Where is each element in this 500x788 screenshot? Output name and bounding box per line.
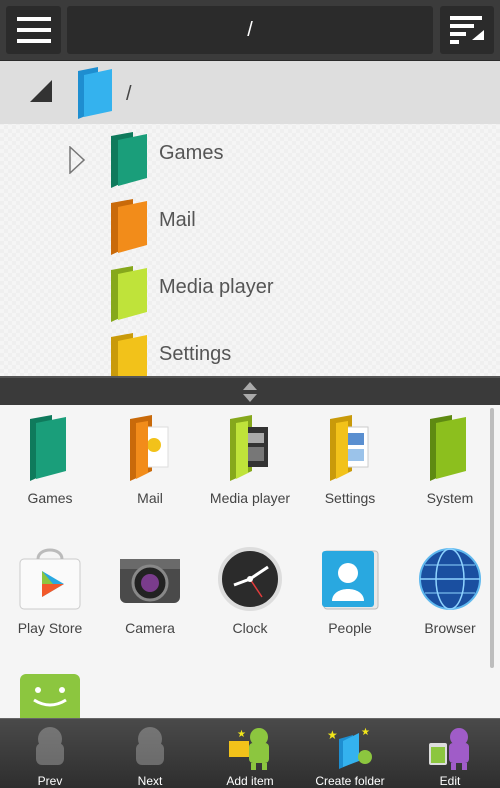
folder-icon [78, 67, 112, 119]
grid-item-label: Settings [324, 490, 376, 506]
tree-item-mail[interactable]: Mail [0, 191, 500, 258]
grid-item-system[interactable]: System [400, 405, 500, 525]
prev-button[interactable]: Prev [0, 719, 100, 788]
grid-item-label: Camera [125, 620, 175, 636]
system-folder-icon [430, 415, 466, 481]
folder-icon [111, 199, 147, 255]
grid-item-label: Mail [137, 490, 163, 506]
panel-splitter[interactable] [0, 376, 500, 405]
tree-item-label: Media player [159, 276, 274, 298]
people-icon [322, 550, 379, 610]
folder-icon [111, 333, 147, 376]
svg-text:★: ★ [327, 728, 338, 742]
add-item-label: Add item [226, 774, 274, 788]
grid-scrollbar[interactable] [490, 408, 494, 668]
folder-icon [111, 266, 147, 322]
expand-triangle-icon[interactable] [69, 146, 85, 174]
android-app-icon [20, 674, 80, 718]
sort-icon [450, 16, 484, 44]
menu-icon [16, 17, 51, 43]
add-item-icon: ★ [229, 728, 269, 770]
svg-text:★: ★ [361, 727, 370, 738]
folder-icon [111, 132, 147, 188]
next-icon [136, 727, 164, 765]
item-grid: Games Mail Media player Settings System … [0, 405, 500, 718]
play-store-icon [19, 548, 81, 610]
tree-item-label: Settings [159, 343, 232, 365]
mail-folder-icon [130, 415, 169, 481]
grid-item-label: Games [27, 490, 73, 506]
collapse-triangle-icon[interactable] [30, 80, 52, 102]
sort-button[interactable] [440, 6, 494, 54]
grid-item-label: Play Store [17, 620, 83, 636]
grid-item-label: System [426, 490, 474, 506]
tree-item-games[interactable]: Games [0, 124, 500, 191]
grid-item-mail[interactable]: Mail [100, 405, 200, 525]
clock-icon [218, 547, 282, 611]
path-label: / [247, 18, 253, 41]
grid-item-clock[interactable]: Clock [200, 535, 300, 655]
create-folder-button[interactable]: ★ ★ Create folder [300, 719, 400, 788]
edit-label: Edit [439, 774, 461, 788]
tree-root-row[interactable]: / [0, 61, 500, 124]
next-button[interactable]: Next [100, 719, 200, 788]
tree-root-label: / [126, 83, 132, 105]
games-folder-icon [30, 415, 66, 481]
media-player-folder-icon [230, 415, 268, 481]
edit-button[interactable]: Edit [400, 719, 500, 788]
create-folder-icon: ★ ★ [327, 727, 372, 769]
menu-button[interactable] [6, 6, 61, 54]
grid-item-people[interactable]: People [300, 535, 400, 655]
tree-item-media-player[interactable]: Media player [0, 258, 500, 325]
prev-label: Prev [37, 774, 63, 788]
grid-item-label: Media player [209, 490, 291, 506]
grid-item-browser[interactable]: Browser [400, 535, 500, 655]
tree-item-label: Games [159, 142, 224, 164]
tree-item-label: Mail [159, 209, 196, 231]
svg-text:★: ★ [237, 729, 246, 740]
grid-item-games[interactable]: Games [0, 405, 100, 525]
grid-item-media-player[interactable]: Media player [200, 405, 300, 525]
camera-icon [120, 559, 180, 603]
tree-item-settings[interactable]: Settings [0, 325, 500, 376]
grid-item-label: Browser [424, 620, 476, 636]
grid-item-play-store[interactable]: Play Store [0, 535, 100, 655]
grid-item-camera[interactable]: Camera [100, 535, 200, 655]
create-folder-label: Create folder [315, 774, 385, 788]
grid-item-settings[interactable]: Settings [300, 405, 400, 525]
next-label: Next [137, 774, 163, 788]
browser-globe-icon [419, 548, 481, 610]
grid-item-label: People [328, 620, 372, 636]
grid-item-label: Clock [232, 620, 268, 636]
grid-item-android-app[interactable] [0, 660, 100, 718]
folder-tree: / Games Mail Media player Settings [0, 61, 500, 376]
edit-icon [429, 728, 469, 770]
top-toolbar: / [0, 0, 500, 61]
prev-icon [36, 727, 64, 765]
settings-folder-icon [330, 415, 369, 481]
drag-handle-icon[interactable] [242, 381, 258, 403]
add-item-button[interactable]: ★ Add item [200, 719, 300, 788]
path-bar[interactable]: / [67, 6, 433, 54]
bottom-action-bar: Prev Next ★ Add item ★ ★ Create folder E… [0, 718, 500, 788]
